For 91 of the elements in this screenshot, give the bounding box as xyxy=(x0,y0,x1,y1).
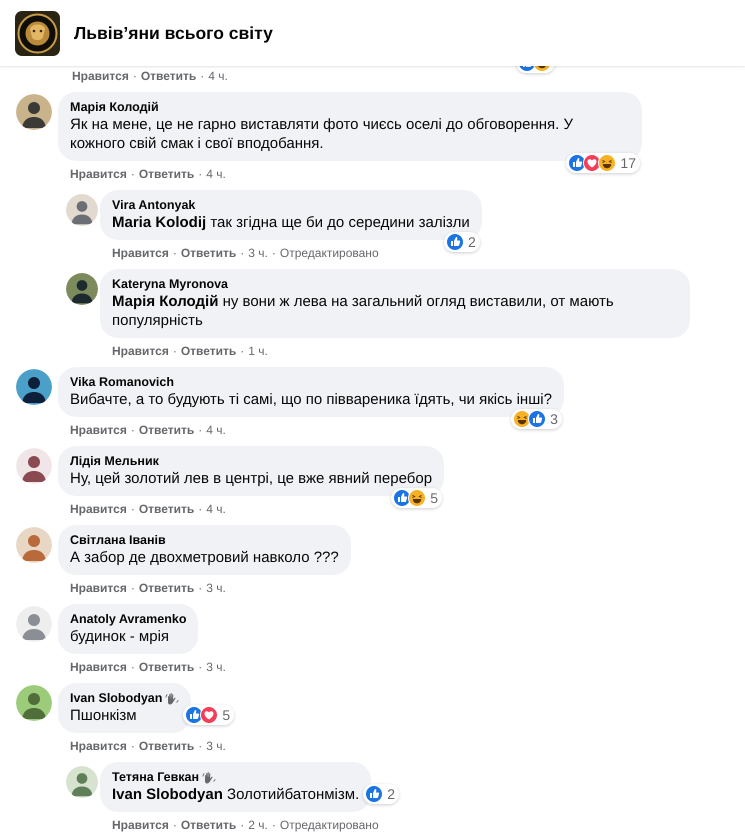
waving-hand-icon xyxy=(165,692,180,706)
author-name[interactable]: Лідія Мельник xyxy=(70,454,159,469)
like-link[interactable]: Нравится xyxy=(70,660,127,674)
waving-hand-icon xyxy=(202,770,216,784)
separator-dot: · xyxy=(198,167,202,181)
reply-link[interactable]: Ответить xyxy=(138,423,194,437)
like-icon xyxy=(528,410,546,428)
like-icon xyxy=(446,233,464,251)
timestamp[interactable]: 3 ч. xyxy=(206,581,226,595)
reply-link[interactable]: Ответить xyxy=(138,581,194,595)
like-link[interactable]: Нравится xyxy=(70,581,127,595)
comment-text: А забор де двохметровий навколо ??? xyxy=(70,548,339,567)
author-name[interactable]: Марія Колодій xyxy=(70,100,159,115)
separator-dot: · xyxy=(198,502,202,516)
separator-dot: · xyxy=(240,344,244,358)
reactions-badge[interactable]: 5 xyxy=(391,488,442,508)
group-title[interactable]: Львів’яни всього світу xyxy=(74,22,273,44)
laughing-face-icon xyxy=(598,154,616,172)
comment-text: Пшонкізм xyxy=(70,706,138,725)
separator-dot: · xyxy=(198,581,202,595)
author-name[interactable]: Kateryna Myronova xyxy=(112,277,228,292)
separator-dot: · xyxy=(240,818,244,832)
avatar[interactable] xyxy=(16,94,52,130)
avatar[interactable] xyxy=(16,369,52,405)
timestamp[interactable]: 4 ч. xyxy=(208,69,228,83)
avatar[interactable] xyxy=(16,448,52,484)
comment-text: Ну, цей золотий лев в центрі, це вже явний перебор xyxy=(70,469,432,488)
reply-link[interactable]: Ответить xyxy=(138,660,194,674)
avatar[interactable] xyxy=(66,273,98,305)
separator-dot: · xyxy=(172,246,177,260)
reply-link[interactable]: Ответить xyxy=(180,246,236,260)
like-icon xyxy=(365,785,384,803)
reactions-badge[interactable]: 2 xyxy=(363,784,400,804)
separator-dot: · xyxy=(130,581,135,595)
comment-text: Maria Kolodij так згідна ще би до середини залізли xyxy=(112,213,470,232)
separator-dot: · xyxy=(172,818,177,832)
reactions-badge[interactable]: 2 xyxy=(444,232,480,252)
comment-text: Ivan Slobodyan Золотийбатонмізм. xyxy=(112,785,360,804)
edited-label: Отредактировано xyxy=(280,818,379,832)
reactions-badge[interactable]: 5 xyxy=(183,705,234,725)
timestamp[interactable]: 3 ч. xyxy=(206,739,226,753)
separator-dot: · xyxy=(132,69,137,83)
like-link[interactable]: Нравится xyxy=(70,502,127,516)
timestamp[interactable]: 2 ч. xyxy=(248,818,268,832)
separator-dot: · xyxy=(272,246,276,260)
timestamp[interactable]: 3 ч. xyxy=(206,660,226,674)
comment-text: Вибачте, а то будують ті самі, що по піввареника їдять, чи якісь інші? xyxy=(70,390,552,409)
separator-dot: · xyxy=(130,739,135,753)
author-name[interactable]: Ivan Slobodyan xyxy=(70,691,162,706)
author-name[interactable]: Anatoly Avramenko xyxy=(70,612,186,627)
reply-link[interactable]: Ответить xyxy=(140,69,196,83)
group-logo[interactable] xyxy=(15,10,60,56)
laughing-face-icon xyxy=(408,489,426,507)
reactions-badge[interactable]: 3 xyxy=(511,409,562,429)
separator-dot: · xyxy=(130,423,135,437)
separator-dot: · xyxy=(198,660,202,674)
author-name[interactable]: Світлана Іванів xyxy=(70,533,166,548)
separator-dot: · xyxy=(198,423,202,437)
edited-label: Отредактировано xyxy=(280,246,379,260)
comment-text: будинок - мрія xyxy=(70,627,170,646)
separator-dot: · xyxy=(200,69,204,83)
like-link[interactable]: Нравится xyxy=(70,167,127,181)
comment-text: Як на мене, це не гарно виставляти фото чиєсь оселі до обговорення. У кожного свій смак і свої вподобання. xyxy=(70,115,574,153)
separator-dot: · xyxy=(172,344,177,358)
separator-dot: · xyxy=(240,246,244,260)
author-name[interactable]: Тетяна Гевкан xyxy=(112,770,200,785)
like-link[interactable]: Нравится xyxy=(70,739,127,753)
separator-dot: · xyxy=(272,818,276,832)
like-link[interactable]: Нравится xyxy=(112,246,169,260)
timestamp[interactable]: 1 ч. xyxy=(248,344,268,358)
timestamp[interactable]: 3 ч. xyxy=(248,246,268,260)
reply-link[interactable]: Ответить xyxy=(180,818,236,832)
like-link[interactable]: Нравится xyxy=(112,818,169,832)
timestamp[interactable]: 4 ч. xyxy=(206,502,226,516)
separator-dot: · xyxy=(198,739,202,753)
like-link[interactable]: Нравится xyxy=(112,344,169,358)
author-name[interactable]: Vika Romanovich xyxy=(70,375,174,390)
like-link[interactable]: Нравится xyxy=(70,423,127,437)
reply-link[interactable]: Ответить xyxy=(180,344,236,358)
reply-link[interactable]: Ответить xyxy=(138,502,194,516)
timestamp[interactable]: 4 ч. xyxy=(206,423,226,437)
separator-dot: · xyxy=(130,167,135,181)
comment-text: Марія Колодій ну вони ж лева на загальний огляд виставили, от мають популярність xyxy=(112,292,615,330)
reply-link[interactable]: Ответить xyxy=(138,167,194,181)
author-name[interactable]: Vira Antonyak xyxy=(112,198,196,213)
like-link[interactable]: Нравится xyxy=(72,69,129,83)
separator-dot: · xyxy=(130,502,135,516)
timestamp[interactable]: 4 ч. xyxy=(206,167,226,181)
separator-dot: · xyxy=(130,660,135,674)
reply-link[interactable]: Ответить xyxy=(138,739,194,753)
reactions-badge[interactable]: 17 xyxy=(566,153,640,173)
